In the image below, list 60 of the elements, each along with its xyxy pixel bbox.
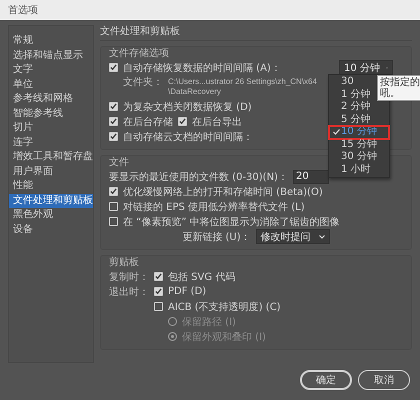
sidebar-item[interactable]: 切片 <box>9 121 93 136</box>
checkbox-label: 在 “像素预览” 中将位图显示为消除了锯齿的图像 <box>123 216 340 228</box>
checkbox[interactable] <box>109 63 118 72</box>
checkbox-label: 优化缓慢网络上的打开和存储时间 (Beta)(O) <box>123 186 323 198</box>
checkbox[interactable] <box>109 132 118 141</box>
checkbox-label: 包括 SVG 代码 <box>168 270 236 284</box>
group-title: 剪贴板 <box>109 256 139 269</box>
folder-path: C:\Users...ustrator 26 Settings\zh_CN\x64\DataRecovery <box>168 77 318 97</box>
sidebar-item[interactable]: 常规 <box>9 34 93 48</box>
checkbox-label: 为复杂文档关闭数据恢复 (D) <box>123 100 252 114</box>
checkbox-label: AICB (不支持透明度) (C) <box>168 300 281 314</box>
checkbox-label: 在后台存储 <box>123 116 173 128</box>
checkmark-icon <box>332 129 340 136</box>
tooltip-text: 吼。 <box>380 88 401 99</box>
menu-item[interactable]: 2 分钟 <box>329 101 389 114</box>
sidebar-item[interactable]: 黑色外观 <box>9 208 93 222</box>
field-label: 要显示的最近使用的文件数 (0-30)(N)： <box>109 170 288 184</box>
checkbox[interactable] <box>154 287 163 296</box>
menu-item[interactable]: 15 分钟 <box>329 138 389 151</box>
checkbox-label: 对链接的 EPS 使用低分辨率替代文件 (L) <box>123 200 305 214</box>
caret-icon <box>318 234 325 238</box>
menu-item[interactable]: 5 分钟 <box>329 114 389 126</box>
sidebar-item[interactable]: 参考线和网格 <box>9 92 93 106</box>
ok-button[interactable]: 确定 <box>300 370 352 390</box>
sidebar-item[interactable]: 用户界面 <box>9 164 93 179</box>
sidebar-item[interactable]: 选择和锚点显示 <box>9 48 93 63</box>
sidebar-item[interactable]: 文件处理和剪贴板 <box>9 194 93 208</box>
window-title: 首选项 <box>8 4 38 17</box>
sidebar-item[interactable]: 增效工具和暂存盘 <box>9 150 93 164</box>
checkbox[interactable] <box>154 272 163 281</box>
group-title: 文件 <box>109 156 129 169</box>
cancel-button[interactable]: 取消 <box>358 370 410 390</box>
checkbox-label: PDF (D) <box>168 286 206 297</box>
update-links-dropdown[interactable]: 修改时提问 <box>256 229 330 244</box>
radio-label: 保留外观和叠印 (I) <box>182 330 266 344</box>
sidebar-item[interactable]: 性能 <box>9 179 93 194</box>
tooltip-text: 按指定的 <box>380 77 420 88</box>
group-title: 文件存储选项 <box>109 47 169 60</box>
checkbox[interactable] <box>109 117 118 126</box>
interval-dropdown[interactable]: 10 分钟 <box>339 60 393 75</box>
sidebar-item[interactable]: 智能参考线 <box>9 106 93 121</box>
sidebar-item[interactable]: 设备 <box>9 222 93 237</box>
sidebar-item[interactable]: 文字 <box>9 63 93 78</box>
checkbox-label: 自动存储云文档的时间间隔： <box>123 130 253 144</box>
folder-label: 文件夹： <box>122 77 163 89</box>
checkbox-label: 自动存储恢复数据的时间间隔 (A)： <box>123 62 281 74</box>
sidebar-item[interactable]: 连字 <box>9 136 93 150</box>
checkbox[interactable] <box>178 117 187 126</box>
field-label: 更新链接 (U)： <box>182 230 251 244</box>
field-label: 复制时： <box>109 270 149 284</box>
field-label: 退出时： <box>109 286 149 298</box>
checkbox-label: 在后台导出 <box>192 116 242 128</box>
checkbox[interactable] <box>109 187 118 196</box>
menu-item[interactable]: 1 小时 <box>329 164 389 176</box>
input-field[interactable]: 20 <box>292 170 329 184</box>
panel-title: 文件处理和剪贴板 <box>100 25 412 41</box>
checkbox[interactable] <box>109 102 118 111</box>
radio-label: 保留路径 (I) <box>182 316 236 328</box>
menu-item[interactable]: 30 分钟 <box>329 151 389 164</box>
sidebar-item[interactable]: 单位 <box>9 78 93 92</box>
